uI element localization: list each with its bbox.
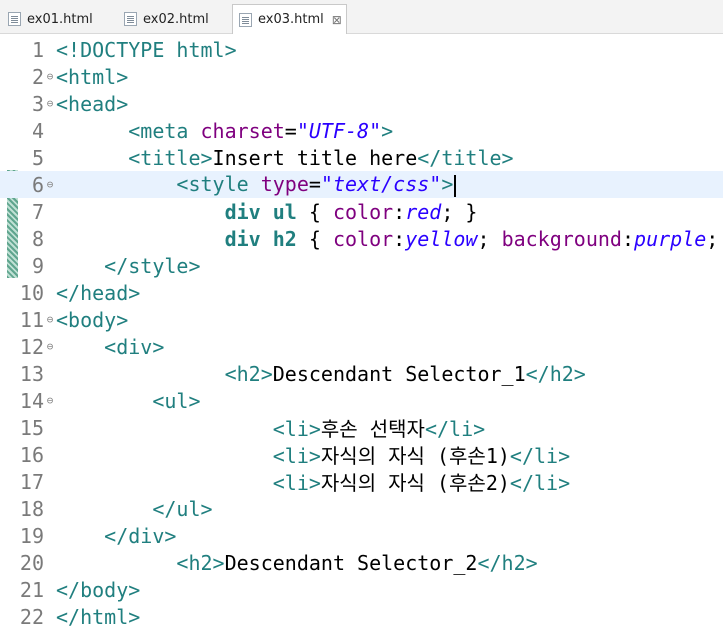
code-line: 21 </body> xyxy=(0,576,723,603)
line-number: 10 xyxy=(19,280,44,305)
line-number: 22 xyxy=(19,604,44,629)
code-text: <h2> xyxy=(128,361,273,386)
line-number: 15 xyxy=(19,415,44,440)
code-text: </head> xyxy=(56,280,141,305)
code-text: <body> xyxy=(56,307,129,332)
code-text: purple xyxy=(634,226,707,251)
code-text: <!DOCTYPE html> xyxy=(56,37,237,62)
line-number: 2 xyxy=(31,64,44,89)
fold-toggle-icon[interactable]: ⊖ xyxy=(44,178,56,191)
code-line: 9 </style> xyxy=(0,252,723,279)
tab-label: ex02.html xyxy=(143,11,209,27)
code-editor[interactable]: 1 <!DOCTYPE html> 2 ⊖ <html> 3 ⊖ <head> … xyxy=(0,34,723,633)
line-number: 5 xyxy=(31,145,44,170)
tab-label: ex01.html xyxy=(27,11,93,27)
fold-toggle-icon[interactable]: ⊖ xyxy=(44,70,56,83)
tab-ex01[interactable]: ex01.html xyxy=(8,5,93,33)
line-number: 6 xyxy=(31,172,44,197)
code-text: </h2> xyxy=(477,550,538,575)
line-number: 4 xyxy=(31,118,44,143)
code-line: 10 </head> xyxy=(0,279,723,306)
fold-toggle-icon[interactable]: ⊖ xyxy=(44,394,56,407)
code-line: 22 </html> xyxy=(0,603,723,630)
code-line: 18 </ul> xyxy=(0,495,723,522)
code-text: div h2 xyxy=(128,226,297,251)
code-text: background xyxy=(501,226,622,251)
code-line: 1 <!DOCTYPE html> xyxy=(0,36,723,63)
line-number: 21 xyxy=(19,577,44,602)
line-number: 16 xyxy=(19,442,44,467)
code-text: ; } xyxy=(706,226,719,251)
editor-tab-bar: ex01.html ex02.html ex03.html ⊠ xyxy=(0,0,723,34)
code-text: { xyxy=(296,226,333,251)
line-number: 12 xyxy=(19,334,44,359)
code-text: </style> xyxy=(56,253,201,278)
line-number: 7 xyxy=(31,199,44,224)
line-number: 17 xyxy=(19,469,44,494)
fold-toggle-icon[interactable]: ⊖ xyxy=(44,340,56,353)
line-number: 1 xyxy=(31,37,44,62)
tab-label: ex03.html xyxy=(258,12,324,27)
line-number: 8 xyxy=(31,226,44,251)
code-text: </html> xyxy=(56,604,141,629)
line-number: 13 xyxy=(19,361,44,386)
code-line: 2 ⊖ <html> xyxy=(0,63,723,90)
code-text: <li> xyxy=(128,471,321,495)
fold-toggle-icon[interactable]: ⊖ xyxy=(44,313,56,326)
line-number: 18 xyxy=(19,496,44,521)
html-file-icon xyxy=(124,12,137,26)
code-text: </li> xyxy=(509,471,571,495)
line-number: 11 xyxy=(19,307,44,332)
line-number: 19 xyxy=(19,523,44,548)
html-file-icon xyxy=(8,12,21,26)
html-file-icon xyxy=(239,12,252,27)
line-number: 14 xyxy=(19,388,44,413)
code-line: 13 <h2>Descendant Selector_1</h2> xyxy=(0,360,723,387)
code-text: color xyxy=(332,226,394,251)
fold-toggle-icon[interactable]: ⊖ xyxy=(44,97,56,110)
code-line: 8 div h2 { color:yellow; background:purp… xyxy=(0,225,723,252)
code-text: <html> xyxy=(56,64,129,89)
line-number: 9 xyxy=(31,253,44,278)
code-text: <h2> xyxy=(128,550,225,575)
code-text: 자식의 자식 (후손2) xyxy=(320,471,510,495)
code-text: Descendant Selector_1 xyxy=(272,361,526,386)
line-number: 20 xyxy=(19,550,44,575)
code-text: yellow xyxy=(405,226,478,251)
line-number: 3 xyxy=(31,91,44,116)
code-text: </h2> xyxy=(525,361,586,386)
code-text: ; xyxy=(477,226,502,251)
code-text: </ul> xyxy=(56,496,213,521)
code-text: : xyxy=(621,226,635,251)
code-line: 17 <li>자식의 자식 (후손2)</li> xyxy=(0,468,723,496)
code-text: Descendant Selector_2 xyxy=(224,550,478,575)
code-text: </body> xyxy=(56,577,141,602)
tab-ex02[interactable]: ex02.html xyxy=(124,5,209,33)
code-line: 20 <h2>Descendant Selector_2</h2> xyxy=(0,549,723,576)
close-tab-icon[interactable]: ⊠ xyxy=(332,13,342,27)
code-line: 11 ⊖ <body> xyxy=(0,306,723,333)
code-text: : xyxy=(393,226,406,251)
tab-ex03[interactable]: ex03.html ⊠ xyxy=(232,4,347,34)
